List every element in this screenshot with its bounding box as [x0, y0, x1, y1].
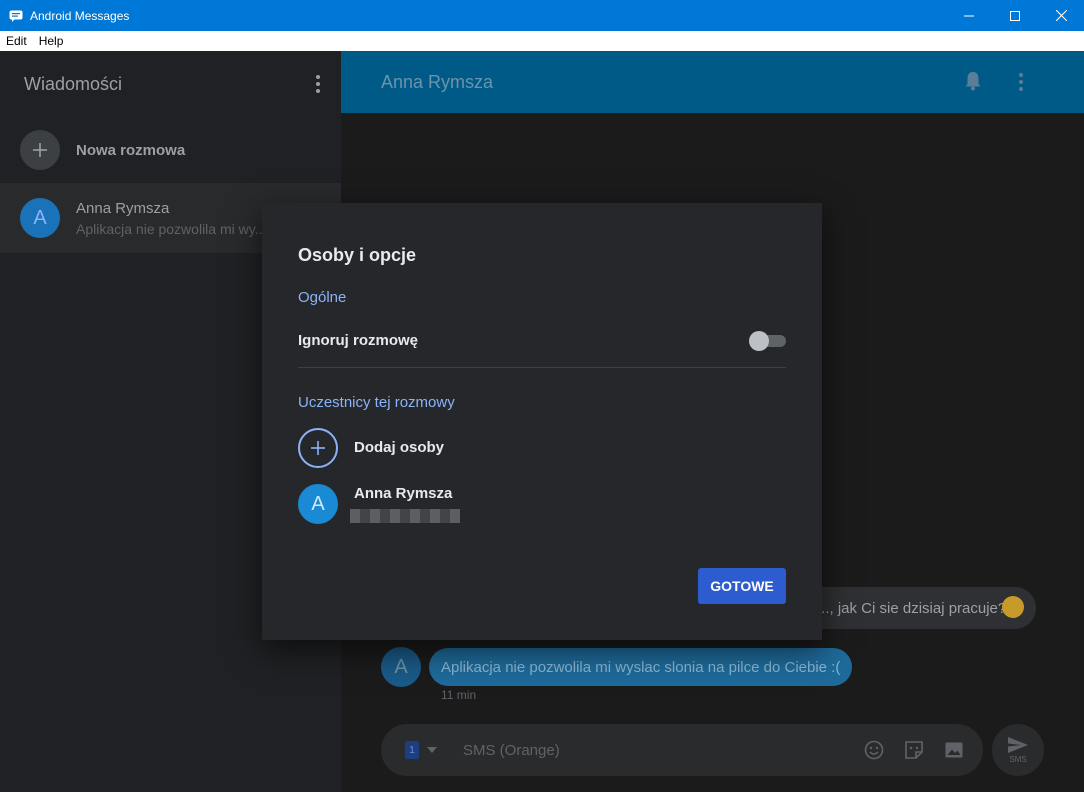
- conversation-name: Anna Rymsza: [76, 199, 170, 217]
- sim-selector[interactable]: 1: [405, 741, 419, 759]
- window-title: Android Messages: [30, 8, 130, 23]
- general-section-label: Ogólne: [298, 289, 347, 306]
- ignore-conversation-label: Ignoruj rozmowę: [298, 332, 418, 349]
- participant-phone-redacted: [350, 509, 460, 523]
- ignore-conversation-toggle[interactable]: [749, 331, 786, 351]
- menu-help[interactable]: Help: [33, 34, 70, 48]
- outgoing-message-row: A Aplikacja nie pozwolila mi wyslac slon…: [381, 647, 853, 687]
- close-icon: [1055, 10, 1067, 21]
- message-composer: 1 SMS (Orange): [381, 724, 983, 776]
- close-button[interactable]: [1038, 0, 1084, 31]
- send-button[interactable]: SMS: [992, 724, 1044, 776]
- incoming-message: ..., jak Ci sie dzisiaj pracuje?: [801, 587, 1036, 629]
- add-people-button[interactable]: [298, 428, 338, 468]
- avatar: A: [298, 484, 338, 524]
- conversation-header: Anna Rymsza: [341, 51, 1084, 113]
- plus-icon: [311, 441, 325, 455]
- conversation-title: Anna Rymsza: [381, 71, 494, 92]
- participants-section-label: Uczestnicy tej rozmowy: [298, 394, 455, 411]
- emoji-icon[interactable]: [863, 739, 885, 761]
- conversation-snippet: Aplikacja nie pozwolila mi wy...: [76, 220, 267, 237]
- add-people-label[interactable]: Dodaj osoby: [354, 439, 444, 456]
- done-button[interactable]: GOTOWE: [698, 568, 786, 604]
- outgoing-message[interactable]: Aplikacja nie pozwolila mi wyslac slonia…: [429, 648, 853, 686]
- plus-icon: [20, 130, 60, 170]
- maximize-icon: [1010, 10, 1020, 21]
- title-bar: Android Messages: [0, 0, 1084, 31]
- incoming-message-text: ..., jak Ci sie dzisiaj pracuje?: [817, 599, 1007, 617]
- more-options-icon[interactable]: [1016, 70, 1026, 94]
- send-icon: [1008, 737, 1028, 753]
- avatar: A: [20, 198, 60, 238]
- maximize-button[interactable]: [992, 0, 1038, 31]
- menu-edit[interactable]: Edit: [0, 34, 33, 48]
- send-label: SMS: [1009, 755, 1027, 764]
- image-icon[interactable]: [943, 739, 965, 761]
- new-conversation-label: Nowa rozmowa: [76, 141, 186, 159]
- menu-bar: Edit Help: [0, 31, 1084, 51]
- app-icon: [9, 10, 23, 22]
- bell-icon[interactable]: [964, 71, 982, 96]
- dialog-title: Osoby i opcje: [298, 245, 417, 265]
- sidebar-title: Wiadomości: [24, 73, 123, 94]
- sidebar-header: Wiadomości: [0, 51, 341, 117]
- participant-name[interactable]: Anna Rymsza: [354, 485, 452, 502]
- sidebar-more-icon[interactable]: [313, 72, 323, 96]
- people-options-dialog: Osoby i opcje Ogólne Ignoruj rozmowę Ucz…: [262, 203, 822, 640]
- new-conversation-button[interactable]: Nowa rozmowa: [0, 117, 341, 183]
- avatar: A: [381, 647, 421, 687]
- minimize-icon: [964, 15, 974, 16]
- message-input[interactable]: SMS (Orange): [463, 742, 863, 759]
- divider: [298, 367, 786, 368]
- minimize-button[interactable]: [946, 0, 992, 31]
- message-timestamp: 11 min: [441, 688, 477, 702]
- sticker-icon[interactable]: [903, 739, 925, 761]
- chevron-down-icon[interactable]: [427, 747, 437, 753]
- grin-emoji-icon: [1002, 596, 1024, 618]
